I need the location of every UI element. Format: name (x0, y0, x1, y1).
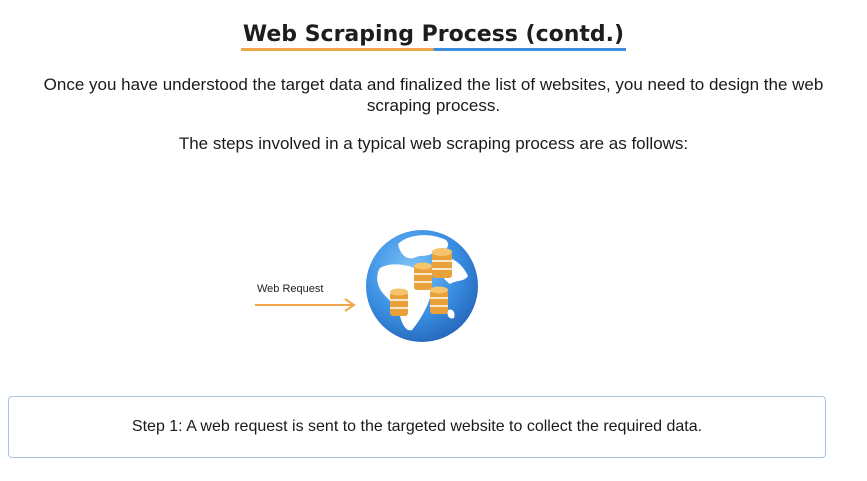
database-stack-icon-2 (414, 262, 432, 290)
slide-title-text: Web Scraping Process (contd.) (242, 22, 625, 47)
intro-paragraph: Once you have understood the target data… (43, 75, 824, 115)
slide-title: Web Scraping Process (contd.) (240, 22, 627, 51)
step-text: Step 1: A web request is sent to the tar… (131, 418, 703, 435)
right-arrow-icon (255, 298, 356, 312)
globe-icon (366, 230, 478, 342)
title-container: Web Scraping Process (contd.) (0, 22, 867, 51)
step-description-box: Step 1: A web request is sent to the tar… (8, 396, 826, 458)
web-request-diagram: Web Request (240, 220, 500, 350)
title-underline (240, 48, 627, 51)
database-stack-icon-4 (430, 286, 448, 314)
database-stack-icon-3 (390, 288, 408, 316)
steps-intro-text: The steps involved in a typical web scra… (178, 134, 689, 153)
database-stack-icon-1 (432, 248, 452, 278)
arrow-label: Web Request (257, 283, 324, 295)
